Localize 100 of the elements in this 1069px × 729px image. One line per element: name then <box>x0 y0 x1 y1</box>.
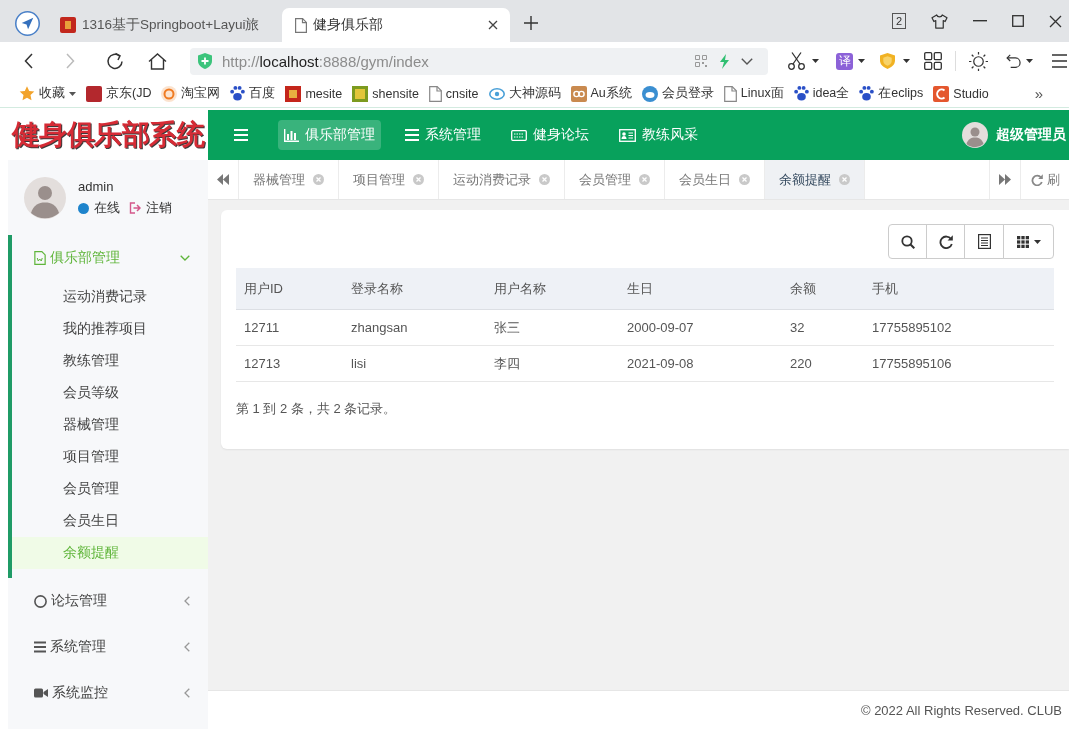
browser-tab[interactable]: 健身俱乐部 <box>282 8 510 42</box>
page-tab[interactable]: 项目管理 <box>339 160 439 199</box>
document-icon <box>723 85 737 102</box>
bookmarks-menu[interactable]: 收藏 <box>19 85 76 102</box>
bookmark-link[interactable]: Linux面 <box>723 85 784 102</box>
menu-icon[interactable] <box>1052 54 1067 68</box>
caret-icon[interactable] <box>858 59 865 63</box>
more-bookmarks-button[interactable]: » <box>1034 85 1043 102</box>
table-cell: 2021-09-08 <box>619 345 782 382</box>
logout-link[interactable]: 注销 <box>146 199 172 217</box>
bookmark-link[interactable]: cnsite <box>428 85 479 102</box>
bookmark-link[interactable]: 京东(JD <box>86 85 152 102</box>
bookmark-link[interactable]: 百度 <box>230 85 276 102</box>
address-field[interactable]: http://localhost:8888/gym/index <box>190 47 768 75</box>
caret-icon[interactable] <box>812 59 819 63</box>
caret-icon[interactable] <box>1026 59 1033 63</box>
shirt-icon[interactable] <box>931 13 948 29</box>
keyboard-icon <box>511 129 527 141</box>
minimize-icon[interactable] <box>973 20 987 22</box>
column-header[interactable]: 用户ID <box>236 268 343 310</box>
browser-tab[interactable]: 1316基于Springboot+Layui旅 <box>52 8 282 42</box>
scissors-icon[interactable] <box>788 52 805 70</box>
double-left-icon <box>217 174 229 185</box>
sidebar-submenu-item[interactable]: 会员等级 <box>12 377 208 409</box>
bookmark-link[interactable]: 在eclips <box>859 85 924 102</box>
refresh-icon <box>1031 173 1043 186</box>
sidebar-submenu-item[interactable]: 项目管理 <box>12 441 208 473</box>
document-icon <box>34 251 46 265</box>
table-cell: 220 <box>782 345 864 382</box>
bookmark-link[interactable]: 淘宝网 <box>161 85 221 102</box>
back-icon[interactable] <box>24 53 33 69</box>
circle-icon <box>34 594 47 608</box>
close-icon[interactable] <box>1049 14 1062 28</box>
column-header[interactable]: 余额 <box>782 268 864 310</box>
table-cell: 17755895106 <box>864 345 1054 382</box>
bookmark-link[interactable]: 大神源码 <box>488 85 561 102</box>
home-icon[interactable] <box>148 52 167 70</box>
bookmark-link[interactable]: shensite <box>352 85 419 102</box>
favicon-icon <box>352 85 369 102</box>
translate-button[interactable]: 译 <box>836 52 853 70</box>
sidebar-submenu-item[interactable]: 我的推荐项目 <box>12 313 208 345</box>
maximize-icon[interactable] <box>1012 15 1024 27</box>
favicon-icon <box>285 85 302 102</box>
document-icon <box>295 17 307 33</box>
sidebar-submenu-item[interactable]: 会员生日 <box>12 505 208 537</box>
close-icon[interactable] <box>488 20 498 30</box>
sun-icon[interactable] <box>969 51 988 71</box>
bookmark-link[interactable]: 会员登录 <box>641 85 714 102</box>
sidebar-submenu-item[interactable]: 教练管理 <box>12 345 208 377</box>
caret-icon <box>69 91 76 96</box>
bookmark-link[interactable]: Studio <box>933 85 989 102</box>
page-tab[interactable]: 会员管理 <box>565 160 665 199</box>
double-right-icon <box>999 174 1011 185</box>
sidebar-menu-item[interactable]: 论坛管理 <box>12 578 208 624</box>
tab-count-button[interactable]: 2 <box>892 13 906 29</box>
id-card-icon <box>619 128 636 142</box>
search-button[interactable] <box>888 224 927 259</box>
bookmark-link[interactable]: mesite <box>285 85 343 102</box>
column-header[interactable]: 手机 <box>864 268 1054 310</box>
footer-text: © 2022 All Rights Reserved. CLUB <box>860 702 1062 718</box>
toggle-view-button[interactable] <box>964 224 1004 259</box>
logout-icon[interactable] <box>129 202 141 214</box>
columns-button[interactable] <box>1003 224 1054 259</box>
undo-icon[interactable] <box>1006 53 1021 69</box>
bookmark-link[interactable]: Au系统 <box>570 85 632 102</box>
caret-icon[interactable] <box>903 59 910 63</box>
browser-logo-icon[interactable] <box>15 10 40 36</box>
page-tab[interactable]: 余额提醒 <box>765 160 865 199</box>
table-cell: zhangsan <box>343 309 486 346</box>
scroll-right-button[interactable] <box>989 160 1021 199</box>
sidebar-submenu-item[interactable]: 会员管理 <box>12 473 208 505</box>
page-tab[interactable]: 器械管理 <box>239 160 339 199</box>
avatar-icon <box>24 176 66 219</box>
chevron-down-icon[interactable] <box>741 57 753 65</box>
refresh-button[interactable] <box>926 224 965 259</box>
column-header[interactable]: 生日 <box>619 268 782 310</box>
sidebar-menu-item[interactable]: 系统管理 <box>12 624 208 670</box>
grid-icon[interactable] <box>924 52 942 70</box>
page-tab[interactable]: 运动消费记录 <box>439 160 565 199</box>
reload-icon[interactable] <box>106 52 124 70</box>
favicon-icon <box>161 85 178 102</box>
column-header[interactable]: 用户名称 <box>486 268 619 310</box>
list-icon <box>34 641 46 653</box>
shield-icon <box>198 53 212 69</box>
table-cell: 12711 <box>236 309 343 346</box>
favicon-icon <box>86 85 102 102</box>
table-cell: 12713 <box>236 345 343 382</box>
refresh-button[interactable]: 刷 <box>1021 160 1069 199</box>
column-header[interactable]: 登录名称 <box>343 268 486 310</box>
bookmark-link[interactable]: idea全 <box>793 85 850 102</box>
sidebar-submenu-item[interactable]: 运动消费记录 <box>12 281 208 313</box>
status-dot-icon <box>78 202 89 214</box>
bar-chart-icon <box>284 128 299 142</box>
app-logo: 健身俱乐部系统 <box>11 118 205 152</box>
refresh-icon <box>938 234 953 249</box>
favicon-icon <box>641 85 658 102</box>
favicon-icon <box>60 17 76 33</box>
sidebar-menu-item[interactable]: 系统监控 <box>12 670 208 716</box>
plus-icon[interactable] <box>524 16 538 30</box>
sidebar-submenu-item[interactable]: 器械管理 <box>12 409 208 441</box>
